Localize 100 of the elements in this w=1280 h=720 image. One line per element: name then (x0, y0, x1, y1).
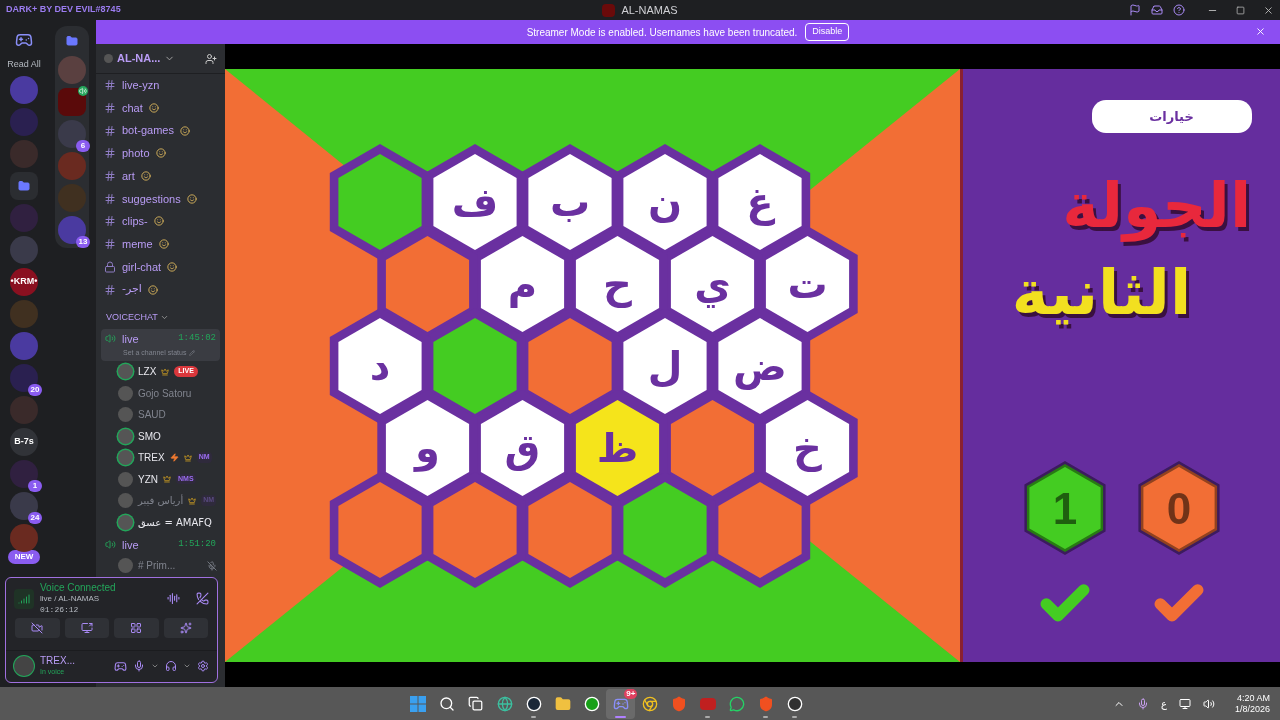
headphones-icon[interactable] (165, 660, 177, 672)
microphone-icon[interactable] (1137, 697, 1149, 710)
hex-tile[interactable] (528, 482, 612, 578)
hash-icon (104, 102, 116, 115)
hex-tile[interactable] (718, 154, 802, 250)
soundboard-button[interactable] (163, 618, 208, 638)
hex-tile[interactable] (528, 154, 612, 250)
hex-tile[interactable] (528, 318, 612, 414)
disable-button[interactable]: Disable (805, 23, 850, 41)
hex-tile[interactable] (480, 400, 565, 496)
hex-tile[interactable] (575, 400, 660, 496)
server-icon[interactable]: B-7s (10, 427, 38, 456)
hash-icon (104, 79, 116, 92)
chevron-icon[interactable] (183, 662, 191, 670)
count-badge: 20 (28, 383, 42, 396)
taskbar-app[interactable]: 9+ (606, 688, 636, 719)
microphone-icon[interactable] (133, 660, 145, 672)
activities-button[interactable] (114, 618, 159, 638)
hex-tile[interactable] (480, 236, 565, 332)
channel-item[interactable]: bot-games (96, 119, 225, 143)
noise-suppression-icon[interactable] (167, 592, 180, 605)
channel-item[interactable]: chat (96, 96, 225, 120)
hex-tile[interactable] (385, 236, 470, 332)
hex-tile[interactable] (623, 318, 707, 414)
hex-tile[interactable] (575, 236, 660, 332)
flag-icon[interactable] (1129, 4, 1141, 16)
user-name: YZN (138, 472, 158, 487)
hex-tile[interactable] (433, 482, 517, 578)
hex-tile[interactable] (670, 236, 755, 332)
hex-tile[interactable] (670, 400, 755, 496)
channel-item[interactable]: girl-chat (96, 255, 225, 279)
user-name: Gojo Satoru (138, 386, 192, 401)
server-icon[interactable]: •KRM• (10, 267, 38, 296)
hex-tile[interactable] (433, 154, 517, 250)
close-icon[interactable] (1263, 4, 1274, 16)
server-icon[interactable] (58, 88, 86, 116)
count-badge: 13 (76, 236, 90, 248)
input-language[interactable]: ع (1161, 696, 1167, 711)
channel-item[interactable]: photo (96, 142, 225, 165)
channel-item[interactable]: art (96, 164, 225, 188)
avatar (14, 656, 34, 676)
user-name: أرياس فيبر (138, 493, 184, 509)
maximize-icon[interactable] (1236, 5, 1245, 15)
channel-item[interactable]: meme (96, 232, 225, 256)
voice-channel[interactable]: live 1:51:20 (101, 534, 220, 555)
chrome-icon (642, 695, 658, 712)
controller-icon (15, 31, 33, 49)
hash-icon (104, 124, 116, 137)
settings-icon[interactable] (197, 660, 209, 672)
channel-item[interactable]: suggestions (96, 187, 225, 211)
close-icon[interactable] (1255, 26, 1266, 37)
add-member-icon[interactable] (205, 52, 217, 65)
clock-date[interactable]: 1/8/2026 (1234, 703, 1270, 715)
channel-item[interactable]: clips- (96, 210, 225, 233)
read-all-button[interactable]: Read All (7, 58, 41, 72)
user-name: TREX (138, 451, 165, 466)
hex-tile[interactable] (385, 400, 470, 496)
category-label[interactable]: VOICECHAT (106, 311, 158, 325)
monitor-icon[interactable] (1178, 697, 1191, 710)
options-button[interactable]: خيارات (1091, 100, 1252, 133)
hex-tile[interactable] (338, 318, 422, 414)
disconnect-icon[interactable] (196, 592, 209, 605)
new-pill: NEW (7, 549, 41, 564)
tile-letter: ت (787, 261, 828, 307)
channel-item[interactable]: live-yzn (96, 74, 225, 97)
voice-user[interactable]: Gojo Satoru (96, 382, 225, 404)
channel-timer: 1:51:20 (178, 538, 216, 552)
server-icon[interactable] (10, 523, 38, 552)
tile-letter: ح (603, 261, 632, 307)
hex-tile[interactable] (765, 400, 850, 496)
server-folder[interactable] (10, 171, 38, 200)
hex-tile[interactable] (623, 482, 707, 578)
hex-tile[interactable] (623, 154, 707, 250)
tile-letter: خ (793, 425, 822, 471)
camera-button[interactable] (15, 618, 60, 638)
hex-tile[interactable] (718, 482, 802, 578)
channel-item[interactable]: -اجر (96, 278, 225, 301)
shield-icon (671, 695, 687, 712)
volume-icon[interactable] (1202, 697, 1215, 710)
screen-share-button[interactable] (64, 618, 109, 638)
inbox-icon[interactable] (1151, 4, 1163, 16)
server-name[interactable]: AL-NA... (117, 50, 161, 67)
voice-user[interactable]: SMO (96, 425, 225, 447)
count-badge: 1 (28, 479, 42, 492)
tile-letter: ل (647, 343, 683, 389)
camera-off-icon (31, 622, 44, 634)
voice-user[interactable]: عسق = AMAFQ (96, 511, 225, 533)
hex-tile[interactable] (765, 236, 850, 332)
score-value: 1 (1052, 484, 1077, 533)
controller-icon[interactable] (114, 659, 127, 673)
hex-tile[interactable] (718, 318, 802, 414)
hex-tile[interactable] (338, 154, 422, 250)
hex-tile[interactable] (338, 482, 422, 578)
clock-time[interactable]: 4:20 AM (1236, 692, 1270, 704)
help-icon[interactable] (1173, 4, 1185, 16)
chevron-icon[interactable] (151, 662, 159, 670)
voice-user[interactable]: # Prim... (96, 554, 225, 577)
hex-tile[interactable] (433, 318, 517, 414)
voice-user[interactable]: SAUD (96, 403, 225, 426)
hash-icon (104, 170, 116, 183)
